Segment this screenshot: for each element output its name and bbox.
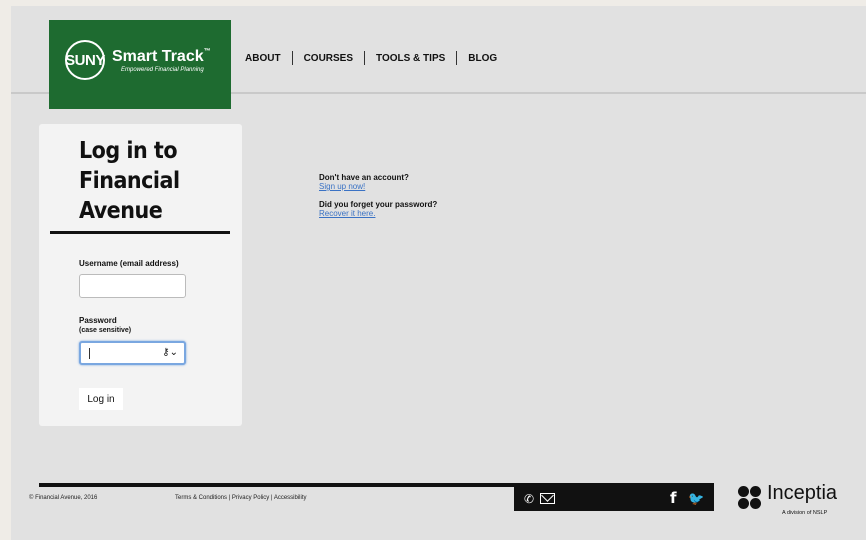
logo-tagline: Empowered Financial Planning bbox=[121, 67, 204, 73]
key-icon[interactable]: ⚷⌄ bbox=[162, 347, 178, 358]
phone-icon[interactable]: ✆ bbox=[524, 492, 534, 506]
facebook-icon[interactable]: f bbox=[670, 489, 677, 507]
copyright: © Financial Avenue, 2016 bbox=[29, 495, 98, 501]
signup-link[interactable]: Sign up now! bbox=[319, 182, 437, 191]
text-cursor bbox=[89, 348, 90, 359]
suny-smart-track-logo[interactable]: SUNY Smart Track™ Empowered Financial Pl… bbox=[49, 20, 231, 109]
twitter-icon[interactable]: 🐦 bbox=[688, 491, 704, 507]
inceptia-logo-mark bbox=[736, 484, 762, 510]
nav-blog[interactable]: BLOG bbox=[457, 53, 508, 64]
main-nav: ABOUT COURSES TOOLS & TIPS BLOG bbox=[245, 51, 508, 65]
mail-icon[interactable] bbox=[540, 493, 555, 504]
logo-title-text: Smart Track bbox=[112, 48, 204, 65]
account-helpers: Don't have an account? Sign up now! Did … bbox=[319, 173, 437, 227]
inceptia-subtitle: A division of NSLP bbox=[782, 510, 828, 516]
login-panel: Log in to Financial Avenue Username (ema… bbox=[39, 124, 242, 426]
username-input[interactable] bbox=[79, 274, 186, 298]
password-label: Password bbox=[79, 316, 117, 325]
inceptia-name: Inceptia bbox=[767, 482, 838, 504]
title-divider bbox=[50, 231, 230, 234]
username-label: Username (email address) bbox=[79, 259, 179, 268]
recover-link[interactable]: Recover it here. bbox=[319, 209, 437, 218]
nav-tools-tips[interactable]: TOOLS & TIPS bbox=[365, 53, 456, 64]
logo-title: Smart Track™ bbox=[112, 48, 211, 66]
password-hint: (case sensitive) bbox=[79, 327, 132, 334]
signup-question: Don't have an account? bbox=[319, 173, 409, 182]
contact-bar: ✆ f 🐦 bbox=[514, 486, 714, 511]
login-title: Log in to Financial Avenue bbox=[79, 138, 180, 224]
login-button[interactable]: Log in bbox=[79, 388, 123, 410]
password-input[interactable]: ⚷⌄ bbox=[79, 341, 186, 365]
nav-courses[interactable]: COURSES bbox=[293, 53, 364, 64]
nav-about[interactable]: ABOUT bbox=[245, 53, 292, 64]
page: SUNY Smart Track™ Empowered Financial Pl… bbox=[11, 6, 866, 540]
forgot-question: Did you forget your password? bbox=[319, 200, 438, 209]
footer-links[interactable]: Terms & Conditions | Privacy Policy | Ac… bbox=[175, 495, 307, 501]
logo-trademark: ™ bbox=[203, 48, 211, 55]
suny-logo-mark: SUNY bbox=[65, 40, 105, 80]
